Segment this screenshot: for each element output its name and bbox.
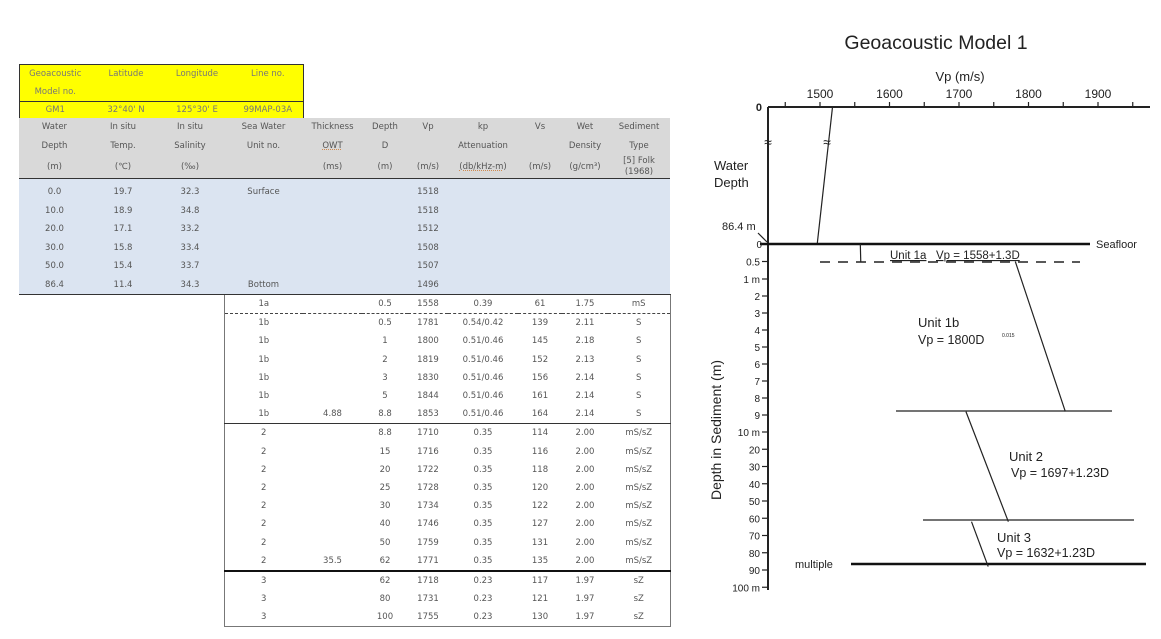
- depth-tick-label: 5: [754, 343, 760, 354]
- water-top-label: 0: [756, 102, 762, 114]
- depth-tick-label: 6: [754, 360, 760, 371]
- geoacoustic-model-diagram: Geoacoustic Model 1 Vp (m/s) 1500 1600 1700 1…: [708, 32, 1150, 594]
- depth-tick-label: 20: [749, 445, 761, 456]
- depth-tick-label: 1 m: [743, 275, 760, 286]
- y-axis-label: Depth in Sediment (m): [708, 360, 724, 500]
- vp-tick-label: 1700: [946, 87, 973, 101]
- depth-tick-label: 3: [754, 309, 760, 320]
- water-depth-label: 86.4 m: [722, 221, 756, 233]
- water-label-1: Water: [714, 158, 749, 173]
- depth-tick-label: 80: [749, 549, 761, 560]
- vp-tick-label: 1900: [1085, 87, 1112, 101]
- unit-3-label: Unit 3: [997, 530, 1031, 545]
- seafloor-label: Seafloor: [1096, 239, 1137, 251]
- water-velocity-profile: [816, 106, 834, 245]
- depth-tick-label: 40: [749, 480, 761, 491]
- unit-1b-exponent: 0.015: [1002, 333, 1015, 339]
- unit-3-equation: Vp = 1632+1.23D: [997, 546, 1095, 560]
- depth-tick-label: 50: [749, 497, 761, 508]
- depth-tick-label: 0: [756, 240, 762, 251]
- depth-tick-label: 60: [749, 514, 761, 525]
- depth-tick-label: 9: [754, 411, 760, 422]
- depth-tick-label: 70: [749, 532, 761, 543]
- multiple-label: multiple: [795, 559, 833, 571]
- depth-tick-label: 0.5: [746, 258, 760, 269]
- depth-tick-label: 8: [754, 394, 760, 405]
- diagram-title: Geoacoustic Model 1: [844, 32, 1027, 54]
- depth-tick-label: 90: [749, 566, 761, 577]
- depth-tick-label: 10 m: [738, 428, 760, 439]
- depth-tick-label: 4: [754, 326, 760, 337]
- depth-tick-label: 2: [754, 292, 760, 303]
- axis-break-icon: ≈: [764, 134, 772, 150]
- unit-1a-equation: Vp = 1558+1.3D: [936, 250, 1020, 262]
- unit-2-equation: Vp = 1697+1.23D: [1011, 466, 1109, 480]
- unit-1a-label: Unit 1a: [890, 250, 927, 262]
- vp-tick-label: 1600: [876, 87, 903, 101]
- unit-velocity-profile: [1014, 261, 1066, 412]
- line-break-icon: ≈: [823, 134, 831, 150]
- unit-2-label: Unit 2: [1009, 449, 1043, 464]
- unit-1b-label: Unit 1b: [918, 315, 959, 330]
- vp-tick-label: 1800: [1015, 87, 1042, 101]
- depth-tick-label: 30: [749, 463, 761, 474]
- vp-tick-label: 1500: [807, 87, 834, 101]
- unit-velocity-profile: [965, 411, 1009, 522]
- x-axis-label: Vp (m/s): [935, 69, 984, 84]
- depth-tick-label: 100 m: [732, 583, 760, 594]
- depth-tick-label: 7: [754, 377, 760, 388]
- unit-1b-equation: Vp = 1800D: [918, 333, 984, 347]
- water-label-2: Depth: [714, 175, 749, 190]
- unit-velocity-profile: [970, 521, 989, 567]
